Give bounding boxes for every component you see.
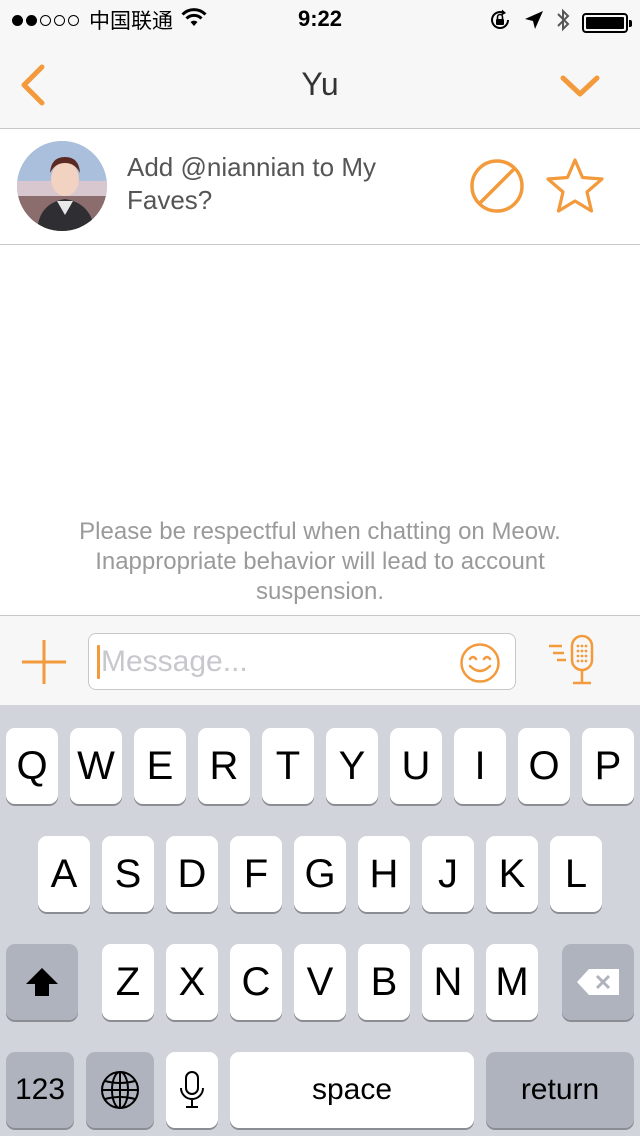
return-key[interactable]: return — [486, 1052, 634, 1128]
key-j[interactable]: J — [422, 836, 474, 912]
dictation-mic-icon — [180, 1071, 204, 1108]
text-caret — [97, 645, 100, 679]
key-s[interactable]: S — [102, 836, 154, 912]
key-v[interactable]: V — [294, 944, 346, 1020]
more-options-button[interactable] — [556, 66, 604, 106]
key-e[interactable]: E — [134, 728, 186, 804]
navigation-bar: Yu — [0, 40, 640, 129]
key-p[interactable]: P — [582, 728, 634, 804]
shift-key[interactable] — [6, 944, 78, 1020]
voice-mic-icon — [549, 634, 594, 685]
key-f[interactable]: F — [230, 836, 282, 912]
lock-rotation-icon — [488, 8, 512, 37]
key-l[interactable]: L — [550, 836, 602, 912]
message-input[interactable] — [101, 634, 451, 689]
avatar[interactable] — [17, 141, 107, 231]
key-r[interactable]: R — [198, 728, 250, 804]
numbers-key[interactable]: 123 — [6, 1052, 74, 1128]
bluetooth-icon — [556, 8, 570, 37]
add-attachment-button[interactable] — [20, 638, 68, 686]
globe-key[interactable] — [86, 1052, 154, 1128]
block-icon — [470, 159, 524, 213]
chevron-down-icon — [560, 75, 600, 97]
star-icon — [546, 158, 604, 213]
location-arrow-icon — [524, 10, 544, 35]
chat-messages-area[interactable]: Please be respectful when chatting on Me… — [0, 245, 640, 615]
emoji-icon — [460, 643, 500, 683]
space-key[interactable]: space — [230, 1052, 474, 1128]
keyboard: Q W E R T Y U I O P A S D F G H J K L Z … — [0, 705, 640, 1136]
plus-icon — [22, 640, 66, 684]
dictation-key[interactable] — [166, 1052, 218, 1128]
key-i[interactable]: I — [454, 728, 506, 804]
message-input-bar — [0, 615, 640, 705]
key-q[interactable]: Q — [6, 728, 58, 804]
message-field[interactable] — [88, 633, 516, 690]
key-a[interactable]: A — [38, 836, 90, 912]
delete-key[interactable] — [562, 944, 634, 1020]
key-b[interactable]: B — [358, 944, 410, 1020]
key-y[interactable]: Y — [326, 728, 378, 804]
key-u[interactable]: U — [390, 728, 442, 804]
key-n[interactable]: N — [422, 944, 474, 1020]
block-user-button[interactable] — [468, 157, 526, 215]
page-title: Yu — [301, 66, 339, 102]
add-to-faves-banner: Add @niannian to My Faves? — [0, 129, 640, 245]
globe-icon — [101, 1071, 139, 1109]
key-h[interactable]: H — [358, 836, 410, 912]
delete-icon — [577, 969, 619, 995]
add-to-faves-button[interactable] — [544, 157, 606, 215]
battery-icon — [582, 12, 632, 33]
voice-message-button[interactable] — [546, 632, 602, 688]
fave-prompt-text: Add @niannian to My Faves? — [127, 152, 376, 215]
chat-notice-text: Please be respectful when chatting on Me… — [79, 518, 561, 605]
key-x[interactable]: X — [166, 944, 218, 1020]
emoji-button[interactable] — [459, 642, 501, 684]
status-bar: 中国联通 9:22 — [0, 0, 640, 40]
status-right — [488, 8, 632, 37]
key-w[interactable]: W — [70, 728, 122, 804]
shift-icon — [26, 968, 58, 996]
key-d[interactable]: D — [166, 836, 218, 912]
key-o[interactable]: O — [518, 728, 570, 804]
key-m[interactable]: M — [486, 944, 538, 1020]
key-c[interactable]: C — [230, 944, 282, 1020]
key-k[interactable]: K — [486, 836, 538, 912]
key-t[interactable]: T — [262, 728, 314, 804]
key-g[interactable]: G — [294, 836, 346, 912]
key-z[interactable]: Z — [102, 944, 154, 1020]
